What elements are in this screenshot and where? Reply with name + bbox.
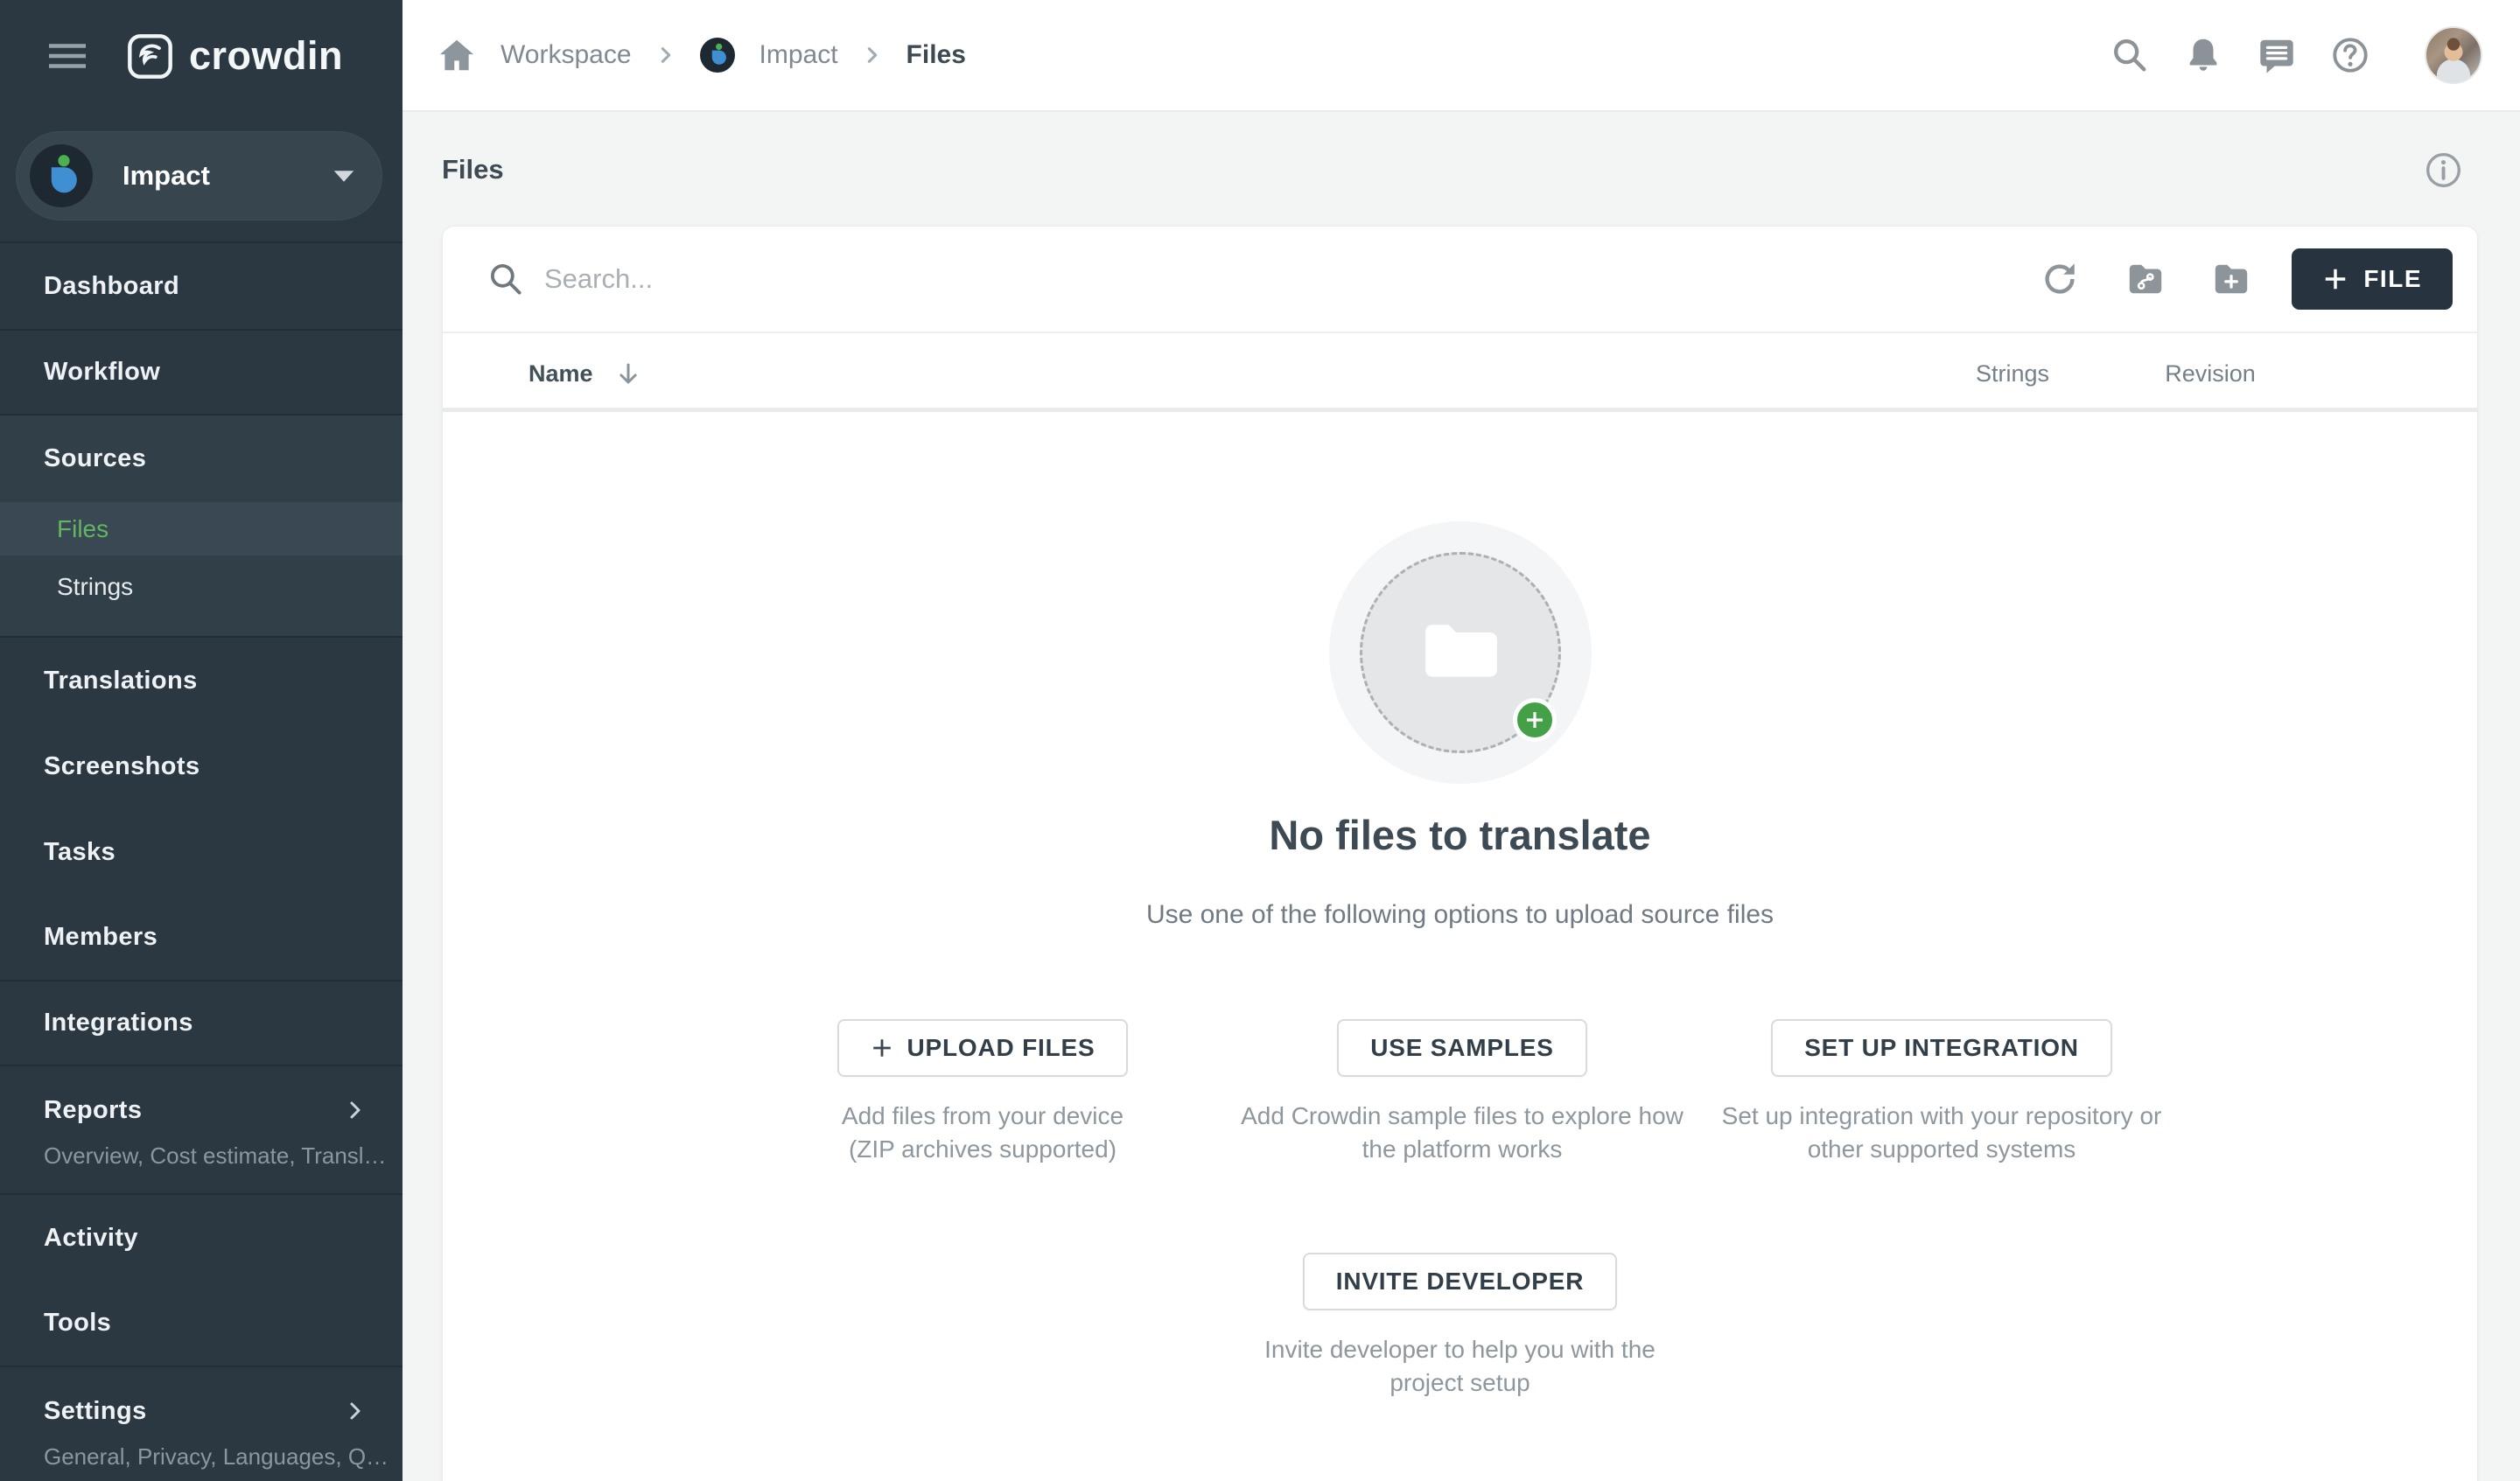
breadcrumb: Workspace Impact Files xyxy=(438,38,966,73)
empty-state-subtitle: Use one of the following options to uplo… xyxy=(443,900,2477,930)
empty-state-title: No files to translate xyxy=(443,811,2477,859)
sidebar-item-label: Integrations xyxy=(44,1009,193,1037)
sidebar-item-settings[interactable]: Settings General, Privacy, Languages, Q… xyxy=(0,1366,402,1481)
hamburger-menu-icon[interactable] xyxy=(49,43,86,69)
main-content: Files xyxy=(402,114,2520,1481)
notifications-bell-icon[interactable] xyxy=(2183,35,2223,75)
messages-chat-icon[interactable] xyxy=(2257,35,2297,75)
search-icon[interactable] xyxy=(2110,35,2150,75)
project-selector-zone: Impact xyxy=(0,112,402,241)
add-file-button[interactable]: FILE xyxy=(2292,248,2453,310)
sidebar-item-label: Settings xyxy=(44,1397,147,1426)
column-header-strings: Strings xyxy=(1976,335,2049,412)
sidebar-item-label: Strings xyxy=(57,573,133,601)
sidebar-item-label: Members xyxy=(44,923,158,952)
setup-integration-description: Set up integration with your repository … xyxy=(1662,1100,2222,1166)
sidebar-item-strings[interactable]: Strings xyxy=(0,555,402,618)
search-input[interactable] xyxy=(544,263,1994,295)
sidebar-item-label: Workflow xyxy=(44,358,160,387)
page-title: Files xyxy=(442,154,504,185)
files-card: FILE Name Strings Revision xyxy=(442,226,2478,1481)
chevron-right-icon xyxy=(656,45,676,65)
crowdin-app: crowdin Impact Dashboard xyxy=(0,0,2520,1481)
folder-add-icon[interactable] xyxy=(2211,259,2251,299)
sidebar-item-label: Dashboard xyxy=(44,272,179,301)
page-header: Files xyxy=(402,114,2520,226)
sidebar-item-label: Tools xyxy=(44,1309,111,1338)
project-name: Impact xyxy=(122,160,332,192)
breadcrumb-workspace[interactable]: Workspace xyxy=(500,40,632,70)
sidebar-item-subtitle: General, Privacy, Languages, Q… xyxy=(0,1437,402,1476)
column-header-revision: Revision xyxy=(2165,335,2256,412)
caret-down-icon xyxy=(332,170,355,183)
invite-developer-action: INVITE DEVELOPER Invite developer to hel… xyxy=(443,1253,2477,1400)
crowdin-logo-icon xyxy=(126,33,174,80)
use-samples-action: USE SAMPLES Add Crowdin sample files to … xyxy=(1182,1019,1742,1166)
user-avatar[interactable] xyxy=(2425,26,2482,84)
sidebar-item-label: Tasks xyxy=(44,838,116,867)
files-toolbar: FILE xyxy=(443,227,2477,333)
folder-icon xyxy=(1418,614,1504,682)
upload-files-description: Add files from your device (ZIP archives… xyxy=(703,1100,1263,1166)
folder-branch-icon[interactable] xyxy=(2125,259,2166,299)
help-icon[interactable] xyxy=(2330,35,2370,75)
plus-icon xyxy=(2322,266,2348,292)
sidebar-item-integrations[interactable]: Integrations xyxy=(0,982,402,1065)
sidebar-item-members[interactable]: Members xyxy=(0,895,402,980)
sidebar-item-label: Translations xyxy=(44,667,198,695)
breadcrumb-project[interactable]: Impact xyxy=(760,40,838,70)
sidebar-item-translations[interactable]: Translations xyxy=(0,638,402,723)
upload-files-action: UPLOAD FILES Add files from your device … xyxy=(703,1019,1263,1166)
refresh-icon[interactable] xyxy=(2040,259,2080,299)
sidebar-header: crowdin xyxy=(0,0,402,112)
sidebar-item-sources[interactable]: Sources xyxy=(0,416,402,502)
sort-descending-icon xyxy=(615,360,641,387)
sidebar: crowdin Impact Dashboard xyxy=(0,0,402,1481)
use-samples-description: Add Crowdin sample files to explore how … xyxy=(1182,1100,1742,1166)
sidebar-nav: Dashboard Workflow Sources Files Strings xyxy=(0,241,402,1481)
plus-icon xyxy=(871,1037,893,1059)
project-selector[interactable]: Impact xyxy=(16,131,382,220)
breadcrumb-current-page: Files xyxy=(906,40,966,70)
info-icon[interactable] xyxy=(2424,150,2463,190)
sidebar-item-activity[interactable]: Activity xyxy=(0,1195,402,1281)
empty-folder-illustration xyxy=(1329,521,1592,784)
add-file-button-label: FILE xyxy=(2363,265,2422,293)
breadcrumb-project-avatar xyxy=(700,38,735,73)
crowdin-wordmark: crowdin xyxy=(189,33,343,79)
sidebar-item-files[interactable]: Files xyxy=(0,502,402,555)
sidebar-item-label: Sources xyxy=(44,444,146,473)
home-icon[interactable] xyxy=(438,38,476,73)
sidebar-item-label: Files xyxy=(57,515,108,543)
topbar-actions xyxy=(2110,26,2482,84)
use-samples-button[interactable]: USE SAMPLES xyxy=(1337,1019,1587,1077)
search-icon xyxy=(486,260,525,298)
add-files-badge-icon xyxy=(1513,698,1557,742)
topbar: Workspace Impact Files xyxy=(402,0,2520,112)
sidebar-group-sources: Sources Files Strings xyxy=(0,414,402,636)
column-header-name[interactable]: Name xyxy=(528,335,641,412)
sidebar-item-subtitle: Overview, Cost estimate, Transl… xyxy=(0,1136,402,1175)
project-avatar xyxy=(30,144,93,207)
sidebar-item-reports[interactable]: Reports Overview, Cost estimate, Transl… xyxy=(0,1065,402,1193)
sidebar-item-workflow[interactable]: Workflow xyxy=(0,331,402,414)
chevron-right-icon xyxy=(345,1100,366,1121)
sidebar-item-label: Screenshots xyxy=(44,752,200,781)
chevron-right-icon xyxy=(863,45,882,65)
upload-files-button[interactable]: UPLOAD FILES xyxy=(837,1019,1129,1077)
files-table-header: Name Strings Revision xyxy=(443,335,2477,412)
setup-integration-button[interactable]: SET UP INTEGRATION xyxy=(1771,1019,2112,1077)
crowdin-logo[interactable]: crowdin xyxy=(126,33,343,80)
sidebar-item-label: Reports xyxy=(44,1096,142,1125)
chevron-right-icon xyxy=(345,1401,366,1422)
sidebar-item-tools[interactable]: Tools xyxy=(0,1281,402,1366)
invite-developer-button[interactable]: INVITE DEVELOPER xyxy=(1303,1253,1618,1310)
sidebar-item-screenshots[interactable]: Screenshots xyxy=(0,723,402,809)
sidebar-item-dashboard[interactable]: Dashboard xyxy=(0,243,402,329)
sidebar-item-label: Activity xyxy=(44,1224,138,1253)
invite-developer-description: Invite developer to help you with the pr… xyxy=(443,1333,2477,1400)
sidebar-item-tasks[interactable]: Tasks xyxy=(0,809,402,895)
setup-integration-action: SET UP INTEGRATION Set up integration wi… xyxy=(1662,1019,2222,1166)
